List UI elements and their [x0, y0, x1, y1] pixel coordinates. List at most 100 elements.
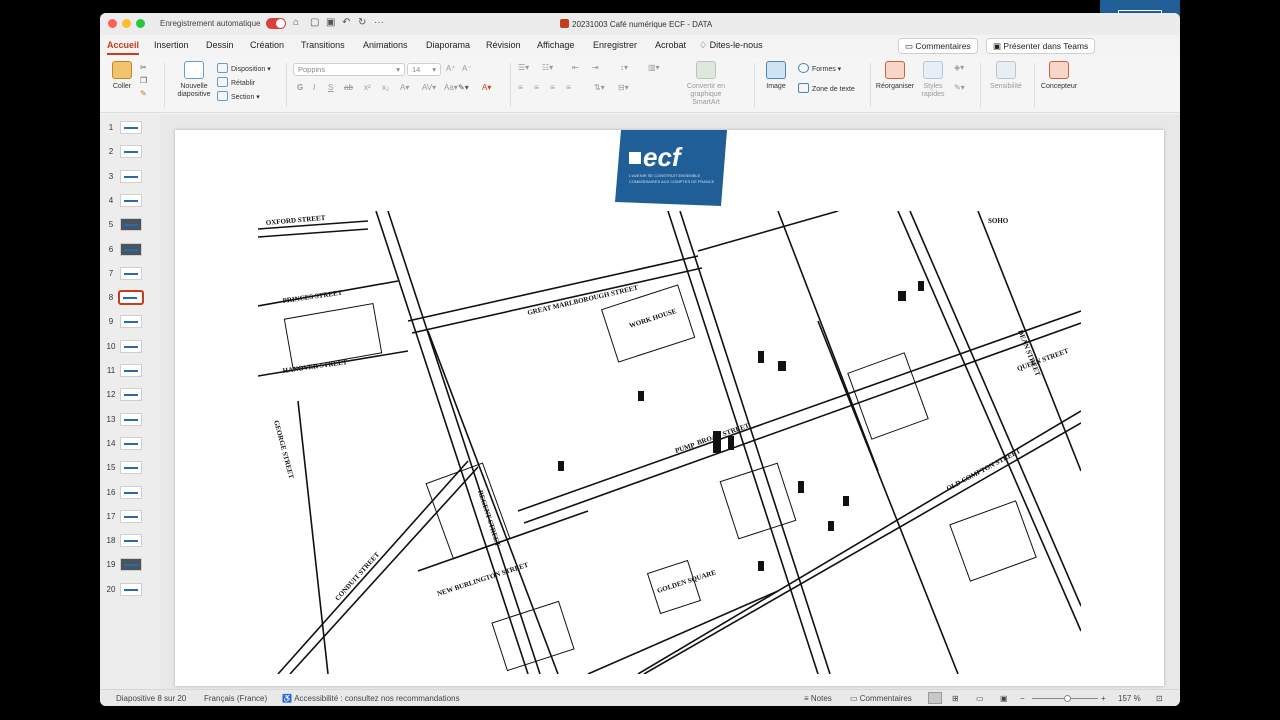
- slide[interactable]: ecf L'AVENIR SE CONSTRUIT ENSEMBLE COMMI…: [175, 130, 1164, 686]
- accessibility-status[interactable]: ♿ Accessibilité : consultez nos recomman…: [282, 694, 460, 703]
- underline-icon[interactable]: S: [328, 83, 333, 92]
- tab-creation[interactable]: Création: [250, 40, 284, 50]
- more-options-icon[interactable]: ···: [374, 17, 384, 28]
- new-file-icon[interactable]: ▢: [310, 17, 319, 28]
- reset-button[interactable]: Rétablir: [217, 77, 255, 87]
- zoom-slider-knob[interactable]: [1064, 695, 1072, 702]
- tab-insertion[interactable]: Insertion: [154, 40, 189, 50]
- slide-thumbnail[interactable]: 2: [100, 141, 160, 161]
- zoom-level[interactable]: 157 %: [1118, 694, 1141, 703]
- text-effects-icon[interactable]: A▾: [400, 83, 409, 92]
- slide-thumbnail[interactable]: 9: [100, 311, 160, 331]
- tab-transitions[interactable]: Transitions: [301, 40, 345, 50]
- redo-icon[interactable]: ↻: [358, 17, 366, 28]
- zoom-in-button[interactable]: +: [1101, 694, 1106, 703]
- shape-fill-icon[interactable]: ◈▾: [954, 63, 964, 72]
- minimize-window-button[interactable]: [122, 19, 131, 28]
- designer-button[interactable]: Concepteur: [1038, 61, 1080, 90]
- format-painter-icon[interactable]: ✎: [140, 89, 147, 98]
- increase-indent-icon[interactable]: ⇥: [592, 63, 599, 72]
- notes-button[interactable]: ≡ Notes: [804, 694, 832, 703]
- font-name-select[interactable]: Poppins ▾: [293, 63, 405, 76]
- italic-icon[interactable]: I: [313, 83, 315, 92]
- close-window-button[interactable]: [108, 19, 117, 28]
- tab-acrobat[interactable]: Acrobat: [655, 40, 686, 50]
- slide-thumbnail[interactable]: 1: [100, 117, 160, 137]
- section-button[interactable]: Section ▾: [217, 91, 260, 101]
- slide-thumbnail[interactable]: 12: [100, 384, 160, 404]
- tell-me-search[interactable]: ♢ Dites-le-nous: [699, 40, 763, 51]
- align-left-icon[interactable]: ≡: [518, 83, 523, 92]
- align-text-icon[interactable]: ⊟▾: [618, 83, 629, 92]
- tab-dessin[interactable]: Dessin: [206, 40, 234, 50]
- slide-sorter-view-button[interactable]: ⊞: [952, 694, 959, 703]
- slide-thumbnail[interactable]: 18: [100, 530, 160, 550]
- text-box-button[interactable]: Zone de texte: [798, 83, 855, 93]
- sensitivity-button[interactable]: Sensibilité: [986, 61, 1026, 90]
- shape-outline-icon[interactable]: ✎▾: [954, 83, 965, 92]
- save-icon[interactable]: ▣: [326, 17, 335, 28]
- tab-enregistrer[interactable]: Enregistrer: [593, 40, 637, 50]
- copy-icon[interactable]: ❐: [140, 76, 147, 85]
- slide-thumbnail[interactable]: 17: [100, 506, 160, 526]
- present-in-teams-button[interactable]: ▣ Présenter dans Teams: [986, 38, 1096, 54]
- convert-smartart-button[interactable]: Convertir en graphique SmartArt: [676, 61, 736, 107]
- slide-thumbnail[interactable]: 13: [100, 409, 160, 429]
- tab-animations[interactable]: Animations: [363, 40, 408, 50]
- home-icon[interactable]: ⌂: [293, 17, 299, 28]
- new-slide-button[interactable]: Nouvelle diapositive: [174, 61, 214, 99]
- layout-button[interactable]: Disposition ▾: [217, 63, 271, 73]
- align-right-icon[interactable]: ≡: [550, 83, 555, 92]
- superscript-icon[interactable]: x²: [364, 83, 371, 92]
- zoom-out-button[interactable]: −: [1020, 694, 1025, 703]
- arrange-button[interactable]: Réorganiser: [874, 61, 916, 90]
- shrink-font-icon[interactable]: A⁻: [462, 64, 472, 73]
- slide-thumbnail[interactable]: 20: [100, 579, 160, 599]
- undo-icon[interactable]: ↶: [342, 17, 350, 28]
- slide-thumbnail[interactable]: 10: [100, 336, 160, 356]
- text-direction-icon[interactable]: ⇅▾: [594, 83, 605, 92]
- comments-status-button[interactable]: ▭ Commentaires: [850, 694, 912, 703]
- slideshow-view-button[interactable]: ▣: [1000, 694, 1008, 703]
- font-color-icon[interactable]: A▾: [482, 83, 491, 92]
- normal-view-button[interactable]: [928, 692, 942, 704]
- slide-thumbnail[interactable]: 4: [100, 190, 160, 210]
- fit-to-window-icon[interactable]: ⊡: [1156, 694, 1163, 703]
- paste-button[interactable]: Coller: [109, 61, 135, 90]
- subscript-icon[interactable]: x₂: [382, 83, 389, 92]
- tab-revision[interactable]: Révision: [486, 40, 521, 50]
- language-indicator[interactable]: Français (France): [204, 694, 267, 703]
- comments-button[interactable]: ▭ Commentaires: [898, 38, 978, 54]
- slide-thumbnail[interactable]: 16: [100, 482, 160, 502]
- grow-font-icon[interactable]: A⁺: [446, 64, 456, 73]
- strikethrough-icon[interactable]: ab: [344, 83, 353, 92]
- bold-icon[interactable]: G: [297, 83, 303, 92]
- maximize-window-button[interactable]: [136, 19, 145, 28]
- highlight-icon[interactable]: ✎▾: [458, 83, 469, 92]
- tab-accueil[interactable]: Accueil: [107, 40, 140, 55]
- autosave-toggle[interactable]: [266, 18, 286, 29]
- slide-thumbnail[interactable]: 14: [100, 433, 160, 453]
- zoom-slider[interactable]: [1032, 695, 1098, 702]
- tab-affichage[interactable]: Affichage: [537, 40, 574, 50]
- slide-thumbnail[interactable]: 6: [100, 239, 160, 259]
- bullets-icon[interactable]: ☰▾: [518, 63, 529, 72]
- font-size-select[interactable]: 14 ▾: [407, 63, 441, 76]
- numbering-icon[interactable]: ☷▾: [542, 63, 553, 72]
- columns-icon[interactable]: ▥▾: [648, 63, 660, 72]
- slide-thumbnail[interactable]: 11: [100, 360, 160, 380]
- change-case-icon[interactable]: Aa▾: [444, 83, 458, 92]
- decrease-indent-icon[interactable]: ⇤: [572, 63, 579, 72]
- shapes-button[interactable]: Formes ▾: [798, 63, 841, 73]
- slide-thumbnail[interactable]: 5: [100, 214, 160, 234]
- line-spacing-icon[interactable]: ↕▾: [620, 63, 628, 72]
- quick-styles-button[interactable]: Styles rapides: [916, 61, 950, 99]
- picture-button[interactable]: Image: [760, 61, 792, 90]
- reading-view-button[interactable]: ▭: [976, 694, 984, 703]
- slide-thumbnail[interactable]: 7: [100, 263, 160, 283]
- tab-diaporama[interactable]: Diaporama: [426, 40, 470, 50]
- cut-icon[interactable]: ✂: [140, 63, 147, 72]
- align-center-icon[interactable]: ≡: [534, 83, 539, 92]
- slide-thumbnail[interactable]: 19: [100, 554, 160, 574]
- slide-thumbnail[interactable]: 3: [100, 166, 160, 186]
